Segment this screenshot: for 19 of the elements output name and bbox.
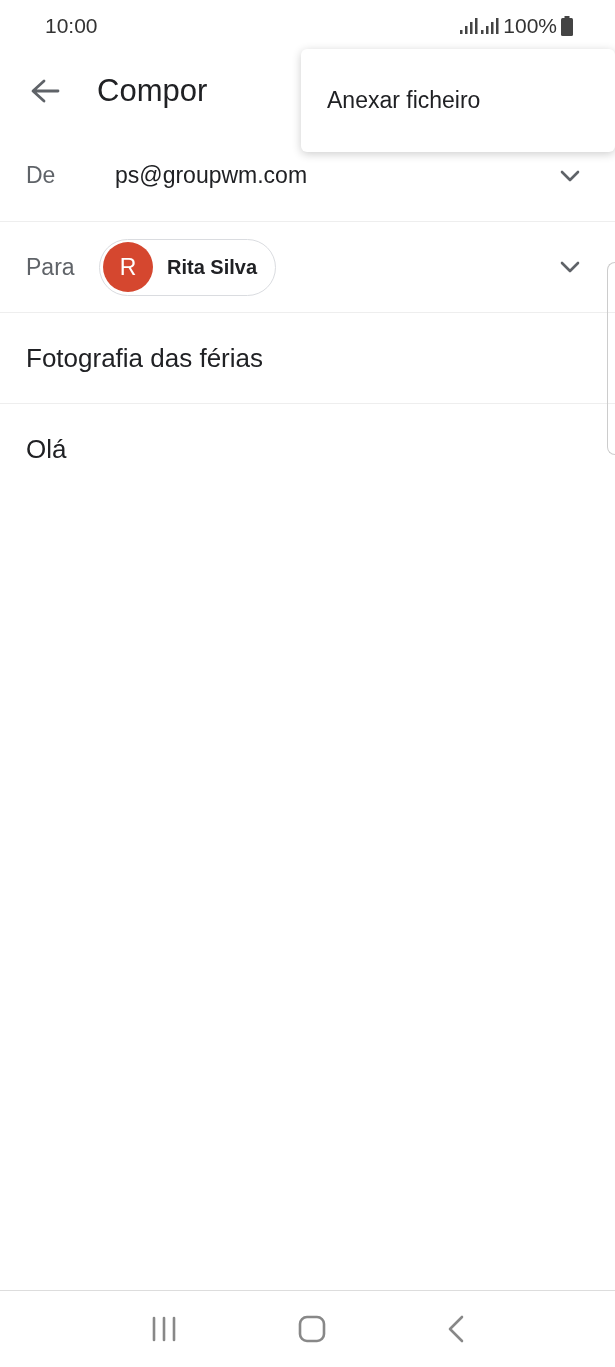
signal-icon — [459, 17, 500, 35]
menu-item[interactable]: Anexar ficheiro — [301, 83, 615, 118]
subject-field[interactable]: Fotografia das férias — [26, 338, 263, 378]
battery-icon — [561, 16, 573, 36]
battery-percent: 100% — [503, 13, 557, 40]
back-arrow-icon[interactable] — [30, 78, 60, 104]
back-icon[interactable] — [446, 1315, 465, 1343]
status-time: 10:00 — [45, 13, 98, 40]
chevron-down-icon[interactable] — [559, 168, 581, 183]
recipient-name: Rita Silva — [167, 255, 258, 280]
screen-title: Compor — [97, 71, 208, 110]
to-label: Para — [26, 252, 76, 282]
recent-apps-icon[interactable] — [150, 1316, 177, 1342]
avatar: R — [103, 242, 153, 292]
home-icon[interactable] — [297, 1315, 326, 1343]
from-label: De — [26, 161, 57, 191]
from-address[interactable]: ps@groupwm.com — [115, 158, 559, 193]
body-field[interactable]: Olá — [26, 434, 67, 464]
chevron-down-icon[interactable] — [559, 260, 581, 274]
